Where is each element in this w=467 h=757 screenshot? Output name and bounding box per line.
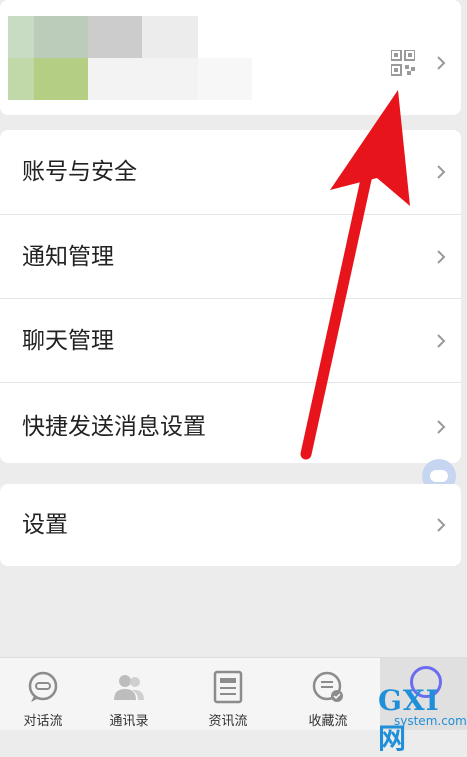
tab-label: 通讯录 (109, 714, 149, 729)
tab-news-stream[interactable]: 资讯流 (185, 658, 271, 730)
settings-card: 设置 (0, 484, 461, 566)
menu-item-settings[interactable]: 设置 (0, 484, 461, 566)
menu-item-label: 通知管理 (22, 244, 114, 270)
contacts-icon (112, 670, 146, 704)
chevron-right-icon (436, 420, 446, 434)
qr-code-icon[interactable] (390, 49, 416, 76)
chevron-right-icon (436, 165, 446, 179)
watermark-domain: system.com (394, 714, 467, 728)
tab-label: 收藏流 (308, 714, 348, 729)
chevron-right-icon (436, 56, 446, 70)
tab-contacts[interactable]: 通讯录 (86, 658, 172, 730)
site-watermark: GXI网 system.com (378, 684, 467, 755)
menu-item-label: 账号与安全 (22, 159, 137, 185)
tab-label: 资讯流 (208, 714, 248, 729)
tab-label: 对话流 (23, 714, 63, 729)
menu-item-label: 聊天管理 (22, 328, 114, 354)
menu-card: 账号与安全 通知管理 聊天管理 快捷发送消息设置 (0, 130, 461, 463)
menu-item-notification-management[interactable]: 通知管理 (0, 215, 461, 298)
menu-item-label: 快捷发送消息设置 (22, 414, 206, 440)
news-icon (211, 670, 245, 704)
profile-card[interactable] (0, 0, 461, 115)
chevron-right-icon (436, 334, 446, 348)
chevron-right-icon (436, 518, 446, 532)
favorites-icon (311, 670, 345, 704)
floating-button-icon (430, 470, 448, 482)
chevron-right-icon (436, 250, 446, 264)
settings-label: 设置 (22, 512, 68, 538)
menu-item-chat-management[interactable]: 聊天管理 (0, 299, 461, 382)
tab-chat-stream[interactable]: 对话流 (0, 658, 86, 730)
menu-item-account-security[interactable]: 账号与安全 (0, 130, 461, 214)
tab-favorites-stream[interactable]: 收藏流 (285, 658, 371, 730)
chat-bubble-icon (26, 670, 60, 704)
menu-item-quick-send-settings[interactable]: 快捷发送消息设置 (0, 383, 461, 463)
